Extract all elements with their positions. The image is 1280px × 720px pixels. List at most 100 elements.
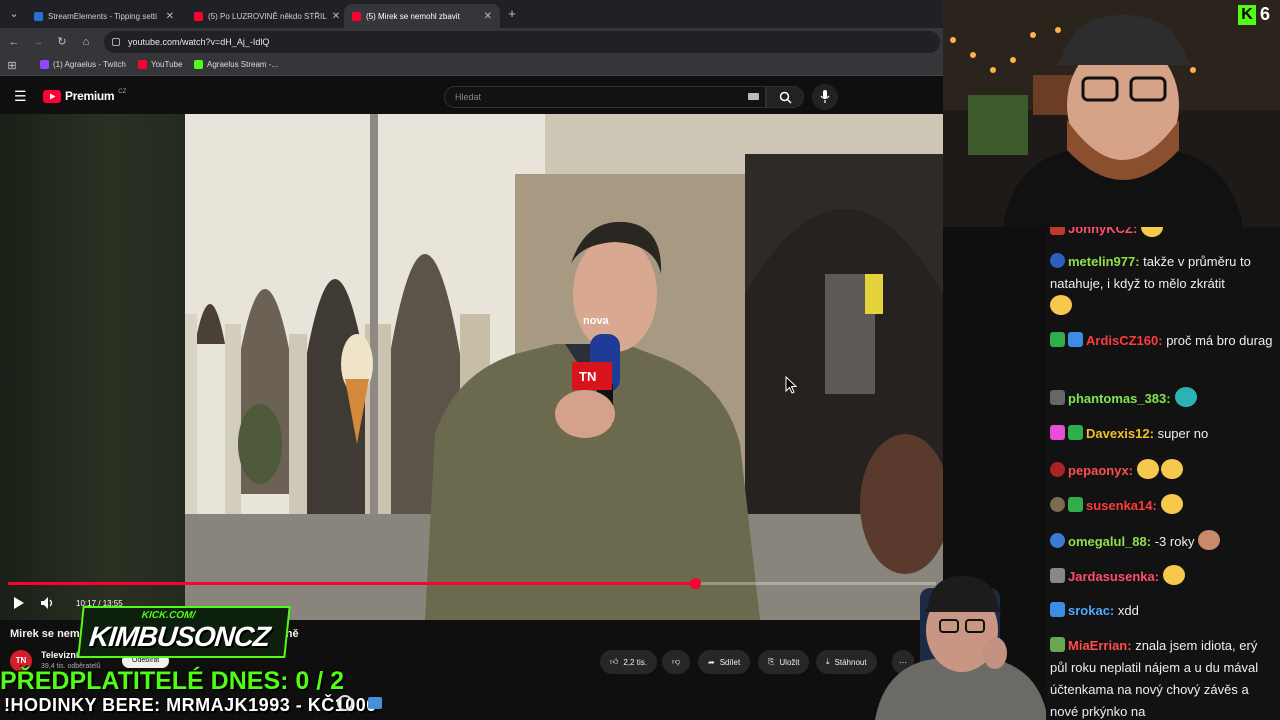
bookmark-icon: ⎘ (768, 657, 775, 666)
chat-message: Jardasusenka: (1050, 565, 1276, 588)
nova-mic-logo: nova (583, 315, 610, 327)
emote-icon (1160, 494, 1183, 514)
forward-icon[interactable]: → (30, 34, 46, 50)
bookmark-twitch[interactable]: (1) Agraelus - Twitch (40, 60, 126, 69)
moderator-badge-icon (1050, 332, 1065, 347)
streamelements-favicon-icon (34, 11, 43, 21)
emote-icon (1141, 227, 1164, 237)
steam-logo-icon (337, 695, 353, 711)
youtube-play-logo-icon (43, 89, 61, 103)
browser-tab-bar: ⌄ StreamElements - Tipping setti ✕ (5) P… (0, 0, 943, 28)
tn-mic-cube-logo: TN (579, 369, 596, 384)
voice-search-button[interactable] (812, 84, 838, 110)
crown-badge-icon (1050, 602, 1065, 617)
close-tab-icon[interactable]: ✕ (484, 11, 492, 22)
chat-message: metelin977: takže v průměru to natahuje,… (1050, 251, 1276, 318)
url-input[interactable]: youtube.com/watch?v=dH_Aj_-IdlQ (104, 31, 940, 53)
heart-badge-icon (1050, 425, 1065, 440)
watch-command-text: !HODINKY BERE: MRMAJK1993 - KČ1000 (4, 695, 377, 715)
like-button[interactable]: 👍︎ 2,2 tis. (600, 650, 657, 674)
site-info-icon[interactable] (112, 38, 120, 46)
kick-icon (194, 60, 203, 69)
bookmark-youtube[interactable]: YouTube (138, 60, 182, 69)
progress-scrubber-handle[interactable] (689, 578, 701, 589)
url-text: youtube.com/watch?v=dH_Aj_-IdlQ (128, 37, 270, 47)
user-badge-icon (1050, 462, 1065, 477)
volume-icon[interactable] (38, 593, 58, 613)
webcam-top (943, 0, 1280, 227)
irl-badge-icon (1050, 637, 1065, 652)
emote-icon (1161, 459, 1184, 479)
emote-icon (1137, 459, 1160, 479)
mouse-cursor-icon (785, 376, 797, 394)
tab-search-icon[interactable]: ⌄ (6, 6, 22, 22)
chat-message: Davexis12: super no (1050, 423, 1276, 445)
emote-icon (1163, 565, 1186, 585)
sprout-badge-icon (1068, 497, 1083, 512)
chat-message: srokac: xdd (1050, 600, 1276, 622)
bookmark-kick-stream[interactable]: Agraelus Stream -... (194, 60, 278, 69)
chat-message: JonnyKCZ: (1050, 227, 1276, 240)
chat-message: ArdisCZ160: proč má bro durag (1050, 330, 1276, 352)
emote-icon (1198, 530, 1221, 550)
search-icon (779, 91, 792, 104)
share-arrow-icon: ➦ (708, 657, 715, 667)
close-tab-icon[interactable]: ✕ (332, 11, 340, 22)
chat-message: omegalul_88: -3 roky (1050, 530, 1276, 553)
user-badge-icon (1050, 497, 1065, 512)
reload-icon[interactable]: ↻ (54, 34, 70, 50)
video-player[interactable]: nova TN (0, 114, 943, 620)
chat-message: susenka14: (1050, 494, 1276, 517)
browser-tab[interactable]: StreamElements - Tipping setti ✕ (26, 4, 182, 28)
keyboard-icon[interactable] (748, 93, 759, 100)
youtube-premium-logo[interactable]: Premium CZ (43, 89, 126, 103)
channel-name[interactable]: Televizní (41, 650, 78, 660)
kick-icon: K (1238, 4, 1256, 25)
dislike-button[interactable]: 👎︎ (662, 650, 691, 674)
download-button[interactable]: ⤓ Stáhnout (816, 650, 877, 674)
platform-logo-icon (368, 697, 382, 709)
emote-icon (1050, 295, 1072, 315)
twitch-icon (40, 60, 49, 69)
gift-badge-icon (1050, 227, 1065, 235)
tab-label: StreamElements - Tipping setti (48, 11, 157, 21)
tab-label: (5) Po LUZROVINĚ někdo STŘIL (208, 11, 327, 21)
video-frame[interactable]: nova TN (185, 114, 943, 620)
thumbs-down-icon: 👎︎ (672, 657, 681, 666)
guest-camera-feed (875, 576, 1048, 720)
save-button[interactable]: ⎘ Uložit (758, 650, 810, 674)
search-button[interactable] (766, 86, 804, 108)
home-icon[interactable]: ⌂ (78, 34, 94, 50)
youtube-header: ☰ Premium CZ Hledat (0, 76, 943, 114)
kick-url-text: KICK.COM/ (141, 610, 196, 621)
progress-bar[interactable] (8, 578, 936, 589)
microphone-icon (820, 90, 830, 103)
tab-label: (5) Mirek se nemohl zbavit (366, 11, 460, 21)
new-tab-button[interactable]: + (504, 6, 520, 22)
youtube-favicon-icon (194, 11, 203, 21)
sub-goal-text: PŘEDPLATITELÉ DNES: 0 / 2 (0, 667, 345, 695)
viewer-count: 6 (1260, 4, 1271, 24)
back-icon[interactable]: ← (6, 34, 22, 50)
browser-tab-active[interactable]: (5) Mirek se nemohl zbavit ✕ (344, 4, 500, 28)
play-icon[interactable] (8, 593, 28, 613)
user-badge-icon (1050, 568, 1065, 583)
chat-message: pepaonyx: (1050, 459, 1276, 482)
viewer-count-badge: K 6 (1238, 4, 1270, 25)
bookmarks-bar: ⊞ (1) Agraelus - Twitch YouTube Agraelus… (0, 56, 943, 76)
menu-icon[interactable]: ☰ (14, 88, 27, 105)
kick-channel-logo: KICK.COM/ KIMBUSONCZ (77, 606, 291, 658)
close-tab-icon[interactable]: ✕ (166, 11, 174, 22)
apps-grid-icon[interactable]: ⊞ (4, 58, 20, 74)
video-scene: nova TN (185, 114, 943, 620)
chat-panel: JonnyKCZ: metelin977: takže v průměru to… (1046, 227, 1280, 720)
share-button[interactable]: ➦ Sdílet (698, 650, 751, 674)
youtube-favicon-icon (352, 11, 361, 21)
emote-icon (1174, 387, 1197, 407)
streamer-camera-feed (943, 0, 1280, 227)
crown-badge-icon (1068, 332, 1083, 347)
subscriber-badge-icon (1050, 253, 1065, 268)
address-bar-row: ← → ↻ ⌂ youtube.com/watch?v=dH_Aj_-IdlQ (0, 28, 943, 56)
browser-tab[interactable]: (5) Po LUZROVINĚ někdo STŘIL ✕ (186, 4, 342, 28)
search-input[interactable]: Hledat (444, 86, 766, 108)
